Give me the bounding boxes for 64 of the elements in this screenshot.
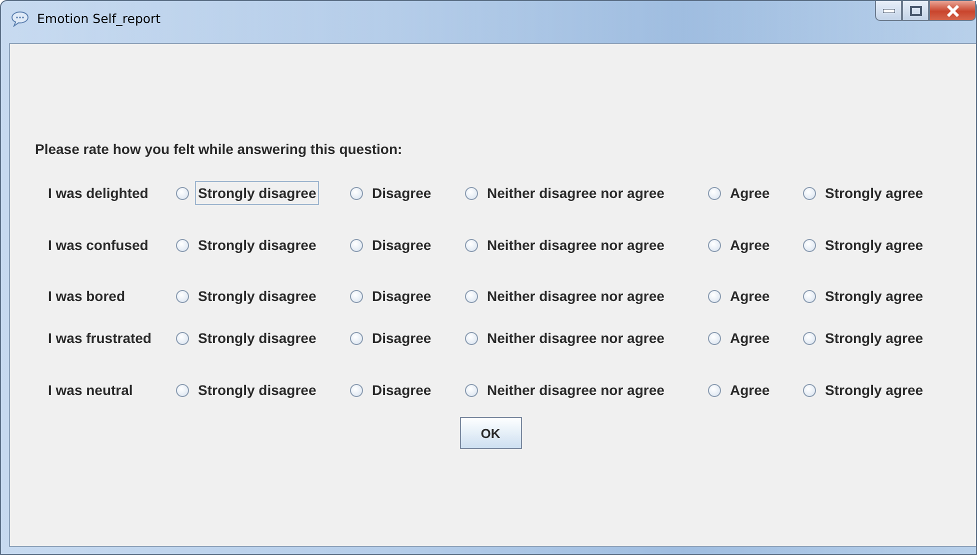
ok-button[interactable]: OK	[460, 417, 522, 449]
radio-button[interactable]	[708, 238, 721, 252]
radio-button[interactable]	[465, 332, 478, 344]
radio-option[interactable]: Strongly agree	[803, 378, 926, 402]
radio-option[interactable]: Neither disagree nor agree	[465, 284, 668, 308]
radio-option[interactable]: Agree	[708, 233, 773, 257]
radio-option[interactable]: Agree	[708, 284, 773, 308]
close-button[interactable]	[929, 1, 976, 21]
radio-button[interactable]	[708, 384, 721, 396]
radio-option[interactable]: Neither disagree nor agree	[465, 181, 668, 205]
radio-button[interactable]	[708, 186, 721, 200]
radio-button[interactable]	[350, 384, 363, 396]
radio-option[interactable]: Agree	[708, 326, 773, 350]
question-prompt: Please rate how you felt while answering this question:	[35, 141, 404, 157]
radio-button[interactable]	[465, 238, 478, 252]
emotion-label: I was delighted	[48, 184, 150, 201]
radio-button[interactable]	[803, 332, 816, 344]
radio-button[interactable]	[176, 238, 189, 252]
radio-button[interactable]	[350, 186, 363, 200]
radio-button[interactable]	[176, 186, 189, 200]
radio-button[interactable]	[708, 332, 721, 344]
radio-option[interactable]: Neither disagree nor agree	[465, 326, 668, 350]
radio-button[interactable]	[350, 238, 363, 252]
radio-option[interactable]: Strongly agree	[803, 181, 926, 205]
emotion-label: I was neutral	[48, 381, 134, 398]
emotion-label: I was confused	[48, 236, 150, 253]
radio-option[interactable]: Disagree	[350, 233, 434, 257]
radio-button[interactable]	[803, 186, 816, 200]
radio-button[interactable]	[803, 384, 816, 396]
radio-option[interactable]: Strongly agree	[803, 233, 926, 257]
radio-button[interactable]	[465, 290, 478, 302]
radio-button[interactable]	[803, 238, 816, 252]
radio-option[interactable]: Agree	[708, 378, 773, 402]
radio-option[interactable]: Agree	[708, 181, 773, 205]
emotion-label: I was frustrated	[48, 329, 152, 346]
close-icon	[946, 4, 960, 16]
radio-option[interactable]: Disagree	[350, 284, 434, 308]
radio-button[interactable]	[350, 332, 363, 344]
radio-option[interactable]: Strongly disagree	[176, 326, 320, 350]
radio-button[interactable]	[465, 186, 478, 200]
radio-button[interactable]	[803, 290, 816, 302]
radio-option[interactable]: Strongly disagree	[176, 284, 320, 308]
radio-option[interactable]: Neither disagree nor agree	[465, 378, 668, 402]
maximize-button[interactable]	[902, 1, 929, 21]
radio-button[interactable]	[176, 290, 189, 302]
radio-button[interactable]	[708, 290, 721, 302]
minimize-icon	[882, 8, 894, 12]
emotion-label: I was bored	[48, 287, 126, 304]
maximize-icon	[910, 6, 922, 16]
radio-button[interactable]	[350, 290, 363, 302]
radio-option[interactable]: Disagree	[350, 326, 434, 350]
window-title: Emotion Self_report	[37, 11, 161, 26]
chat-bubble-icon	[11, 11, 29, 27]
radio-option[interactable]: Strongly agree	[803, 326, 926, 350]
radio-option[interactable]: Strongly disagree	[176, 378, 320, 402]
radio-option[interactable]: Strongly agree	[803, 284, 926, 308]
radio-option[interactable]: Disagree	[350, 378, 434, 402]
minimize-button[interactable]	[875, 1, 902, 21]
radio-button[interactable]	[465, 384, 478, 396]
radio-button[interactable]	[176, 384, 189, 396]
radio-button[interactable]	[176, 332, 189, 344]
radio-option[interactable]: Neither disagree nor agree	[465, 233, 668, 257]
radio-option[interactable]: Disagree	[350, 181, 434, 205]
radio-option[interactable]: Strongly disagree	[176, 233, 320, 257]
